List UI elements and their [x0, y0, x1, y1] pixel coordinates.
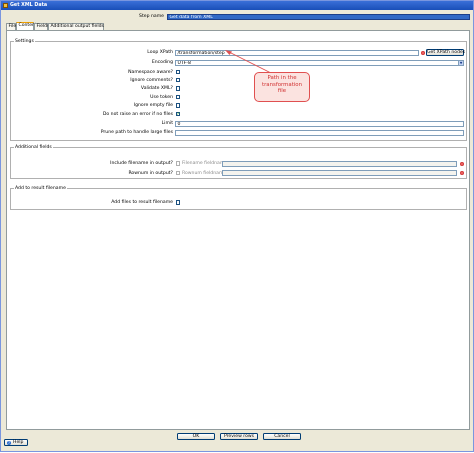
namespace-aware-checkbox[interactable]	[175, 69, 181, 75]
add-files-result-checkbox[interactable]	[175, 200, 181, 205]
content-tab-panel: Settings Loop XPath /transformation/step…	[6, 30, 470, 430]
add-files-result-label: Add files to result filename	[111, 200, 173, 205]
tab-additional-output-fields[interactable]: Additional output fields	[48, 23, 104, 30]
prune-path-input[interactable]	[175, 129, 464, 136]
chevron-down-icon[interactable]: ▼	[458, 60, 463, 65]
step-name-input[interactable]: Get data from XML	[167, 13, 470, 20]
help-icon: ?	[7, 441, 11, 445]
tab-content[interactable]: Content	[16, 22, 37, 30]
window-title: Get XML Data	[10, 3, 48, 8]
tab-file[interactable]: File	[6, 23, 16, 30]
settings-group-title: Settings	[14, 39, 35, 44]
include-filename-checkbox[interactable]	[175, 161, 181, 166]
annotation-line-2: transformation	[261, 81, 303, 88]
result-filename-group: Add to result filename Add files to resu…	[10, 186, 467, 210]
cancel-button[interactable]: Cancel	[263, 433, 301, 440]
use-token-label: Use token	[150, 94, 173, 100]
variable-icon	[460, 171, 464, 175]
ignore-empty-file-label: Ignore empty file	[133, 103, 173, 108]
namespace-aware-label: Namespace aware?	[128, 69, 173, 75]
variable-icon	[420, 50, 425, 55]
include-filename-label: Include filename in output?	[110, 161, 173, 166]
ignore-comments-label: Ignore comments?	[130, 77, 173, 83]
settings-group: Settings Loop XPath /transformation/step…	[10, 39, 467, 141]
annotation-callout: Path in the transformation file	[254, 72, 310, 102]
rownum-fieldname-label: Rownum fieldname	[182, 170, 227, 176]
filename-fieldname-label: Filename fieldname	[182, 161, 228, 166]
no-files-error-label: Do not raise an error if no files	[102, 111, 173, 117]
title-bar: Get XML Data	[1, 1, 473, 10]
additional-fields-group-title: Additional fields	[14, 145, 53, 150]
annotation-line-1: Path in the	[267, 75, 297, 81]
rownum-label: Rownum in output?	[128, 170, 173, 176]
get-xpath-nodes-button[interactable]: Get XPath nodes	[426, 49, 465, 56]
tab-fields[interactable]: Fields	[34, 23, 50, 30]
variable-icon	[460, 161, 464, 166]
additional-fields-group: Additional fields Include filename in ou…	[10, 145, 467, 179]
rownum-fieldname-input[interactable]	[222, 170, 457, 176]
filename-fieldname-input[interactable]	[222, 160, 457, 167]
use-token-checkbox[interactable]	[175, 94, 181, 100]
dialog-window: Get XML Data Step name Get data from XML…	[0, 0, 474, 452]
validate-xml-checkbox[interactable]	[175, 86, 181, 91]
encoding-label: Encoding	[151, 60, 173, 65]
annotation-line-3: file	[277, 88, 287, 95]
ok-button[interactable]: OK	[177, 433, 215, 440]
validate-xml-label: Validate XML?	[140, 86, 173, 91]
step-name-label: Step name	[139, 14, 164, 19]
loop-xpath-label: Loop XPath	[147, 50, 173, 55]
app-icon	[3, 3, 8, 8]
prune-path-label: Prune path to handle large files	[100, 130, 173, 135]
loop-xpath-input[interactable]: /transformation/step	[175, 49, 419, 56]
rownum-checkbox[interactable]	[175, 170, 181, 176]
encoding-value: UTF-8	[177, 60, 191, 66]
help-button[interactable]: ? Help	[4, 439, 28, 446]
limit-input[interactable]: 0	[175, 120, 464, 127]
ignore-comments-checkbox[interactable]	[175, 77, 181, 83]
limit-label: Limit	[161, 121, 173, 126]
ignore-empty-file-checkbox[interactable]	[175, 103, 181, 108]
result-filename-group-title: Add to result filename	[14, 186, 67, 191]
preview-rows-button[interactable]: Preview rows	[220, 433, 258, 440]
encoding-select[interactable]: UTF-8 ▼	[175, 59, 464, 66]
no-files-error-checkbox[interactable]: ✓	[175, 111, 180, 117]
help-label: Help	[13, 440, 24, 445]
